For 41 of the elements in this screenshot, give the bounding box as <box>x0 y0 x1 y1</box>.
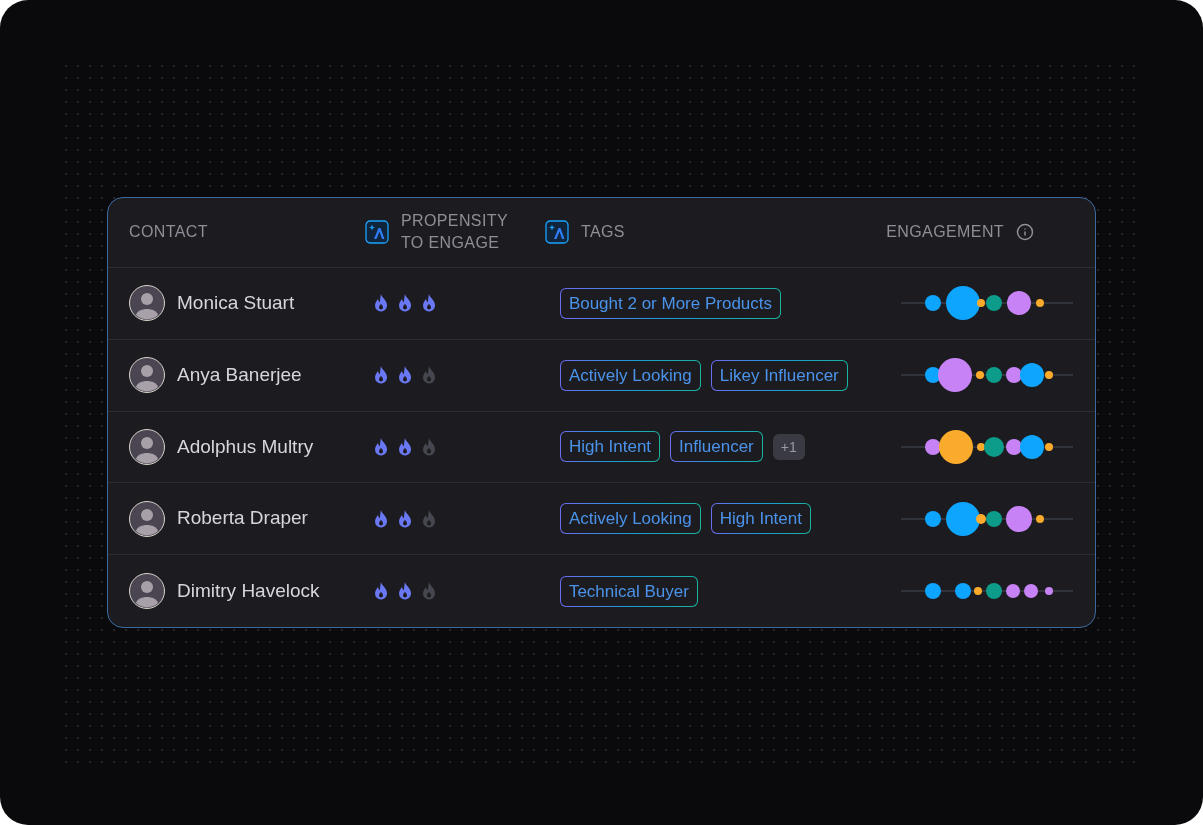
more-count[interactable]: +1 <box>772 433 805 460</box>
tag[interactable]: Actively Looking <box>559 359 701 391</box>
flame-icon <box>421 436 438 457</box>
tag[interactable]: Influencer <box>670 431 763 463</box>
flame-icon <box>397 293 414 314</box>
flame-icon <box>373 365 390 386</box>
column-header: ENGAGEMENT <box>886 222 1004 243</box>
ai-sparkle-icon <box>364 220 389 245</box>
flame-icon <box>373 508 390 529</box>
tag[interactable]: Actively Looking <box>559 503 701 535</box>
flame-icon <box>397 581 414 602</box>
tag[interactable]: Technical Buyer <box>559 575 698 607</box>
flame-icon <box>421 508 438 529</box>
contact-name: Anya Banerjee <box>177 362 302 387</box>
flame-icon <box>421 293 438 314</box>
contact-name: Adolphus Multry <box>177 434 314 459</box>
avatar-silhouette <box>129 428 165 465</box>
flame-icon <box>397 365 414 386</box>
avatar-silhouette <box>129 500 165 537</box>
flame-icon <box>373 293 390 314</box>
column-header: PROPENSITY TO ENGAGE <box>400 211 509 254</box>
avatar-silhouette <box>129 357 165 394</box>
ai-sparkle-icon <box>544 220 569 245</box>
contact-name: Monica Stuart <box>177 291 295 315</box>
avatar-silhouette <box>129 285 165 322</box>
flame-icon <box>421 365 438 386</box>
flame-icon <box>373 581 390 602</box>
tag[interactable]: Likey Influencer <box>710 359 848 391</box>
tag[interactable]: Bought 2 or More Products <box>559 287 782 319</box>
flame-icon <box>397 436 414 457</box>
column-header: CONTACT <box>129 222 208 243</box>
contact-name: Roberta Draper <box>177 506 308 531</box>
avatar-silhouette <box>129 573 165 610</box>
flame-icon <box>373 436 390 457</box>
flame-icon <box>421 581 438 602</box>
contact-name: Dimitry Havelock <box>177 578 320 603</box>
tag[interactable]: High Intent <box>710 503 811 535</box>
column-header: TAGS <box>580 222 625 243</box>
info-icon[interactable] <box>1016 223 1034 242</box>
flame-icon <box>397 508 414 529</box>
tag[interactable]: High Intent <box>559 431 661 463</box>
